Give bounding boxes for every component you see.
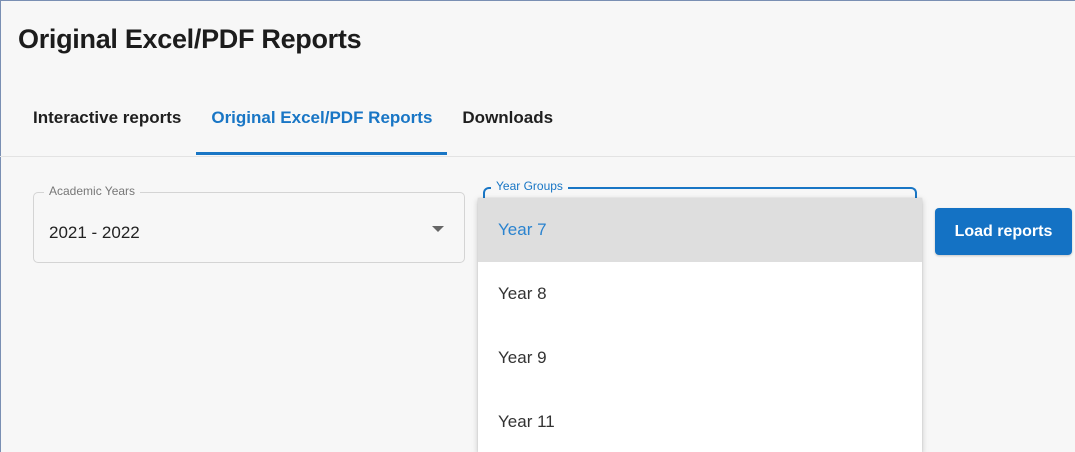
year-option-11[interactable]: Year 11 — [478, 390, 922, 452]
year-option-9[interactable]: Year 9 — [478, 326, 922, 390]
year-groups-dropdown: Year 7 Year 8 Year 9 Year 11 — [478, 198, 922, 452]
year-groups-label: Year Groups — [491, 179, 568, 193]
year-option-7[interactable]: Year 7 — [478, 198, 922, 262]
load-reports-button[interactable]: Load reports — [935, 208, 1072, 255]
academic-years-select[interactable]: Academic Years 2021 - 2022 — [33, 184, 465, 263]
tab-original-reports[interactable]: Original Excel/PDF Reports — [196, 100, 448, 155]
caret-down-icon[interactable] — [432, 226, 444, 232]
tab-downloads[interactable]: Downloads — [447, 100, 568, 148]
page-title: Original Excel/PDF Reports — [18, 24, 362, 54]
tab-bar: Interactive reports Original Excel/PDF R… — [18, 100, 568, 156]
academic-years-value: 2021 - 2022 — [49, 223, 140, 242]
tab-interactive-reports[interactable]: Interactive reports — [18, 100, 196, 148]
tabs-divider — [0, 156, 1075, 157]
academic-years-label: Academic Years — [44, 184, 141, 198]
year-option-8[interactable]: Year 8 — [478, 262, 922, 326]
